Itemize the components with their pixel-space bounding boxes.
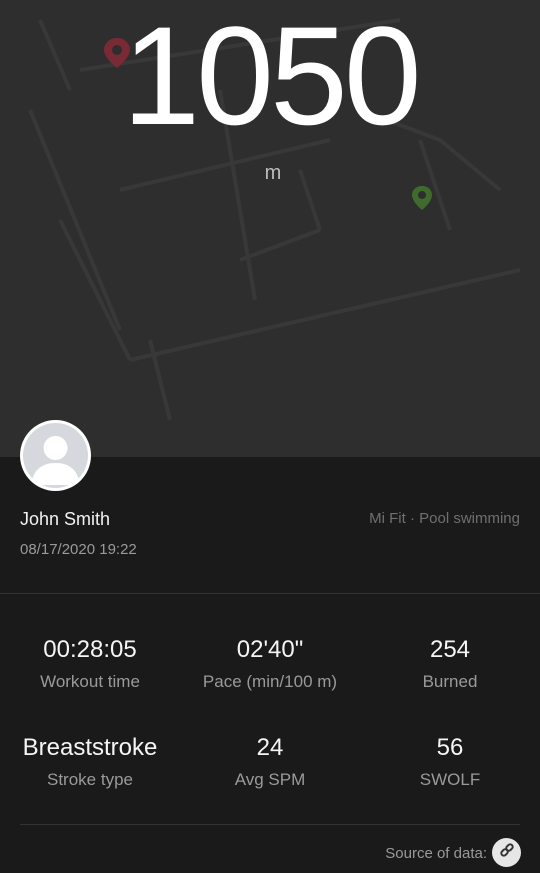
stat-value: 02'40" [236,636,304,663]
stat-avg-spm: 24 Avg SPM [180,734,360,790]
stat-pace: 02'40" Pace (min/100 m) [180,636,360,692]
stat-value: Breaststroke [22,734,158,761]
stat-label: Pace (min/100 m) [202,672,338,691]
stat-burned: 254 Burned [360,636,540,692]
stat-label: Avg SPM [234,770,306,789]
distance-unit: m [264,162,282,184]
avatar[interactable] [20,420,91,491]
workout-date: 08/17/2020 19:22 [20,541,137,558]
stat-label: Stroke type [47,770,133,789]
user-name: John Smith [20,509,111,529]
user-avatar-icon [23,423,88,488]
stat-value: 56 [436,734,464,761]
divider [0,593,540,594]
divider [20,824,520,825]
stat-value: 254 [429,636,471,663]
stat-label: Workout time [40,672,140,691]
distance-value: 1050 [122,0,421,154]
workout-source-app: Mi Fit · Pool swimming [369,510,520,527]
stat-stroke-type: Breaststroke Stroke type [0,734,180,790]
stat-label: SWOLF [419,770,481,789]
stat-value: 24 [256,734,284,761]
stat-label: Burned [422,672,478,691]
route-map[interactable]: 1050 m [0,0,540,457]
source-link-button[interactable] [492,838,521,867]
source-of-data-label: Source of data: [385,845,487,862]
stat-swolf: 56 SWOLF [360,734,540,790]
map-pin-end-icon [410,184,434,217]
link-icon [498,841,516,864]
stat-value: 00:28:05 [43,636,137,663]
stat-workout-time: 00:28:05 Workout time [0,636,180,692]
